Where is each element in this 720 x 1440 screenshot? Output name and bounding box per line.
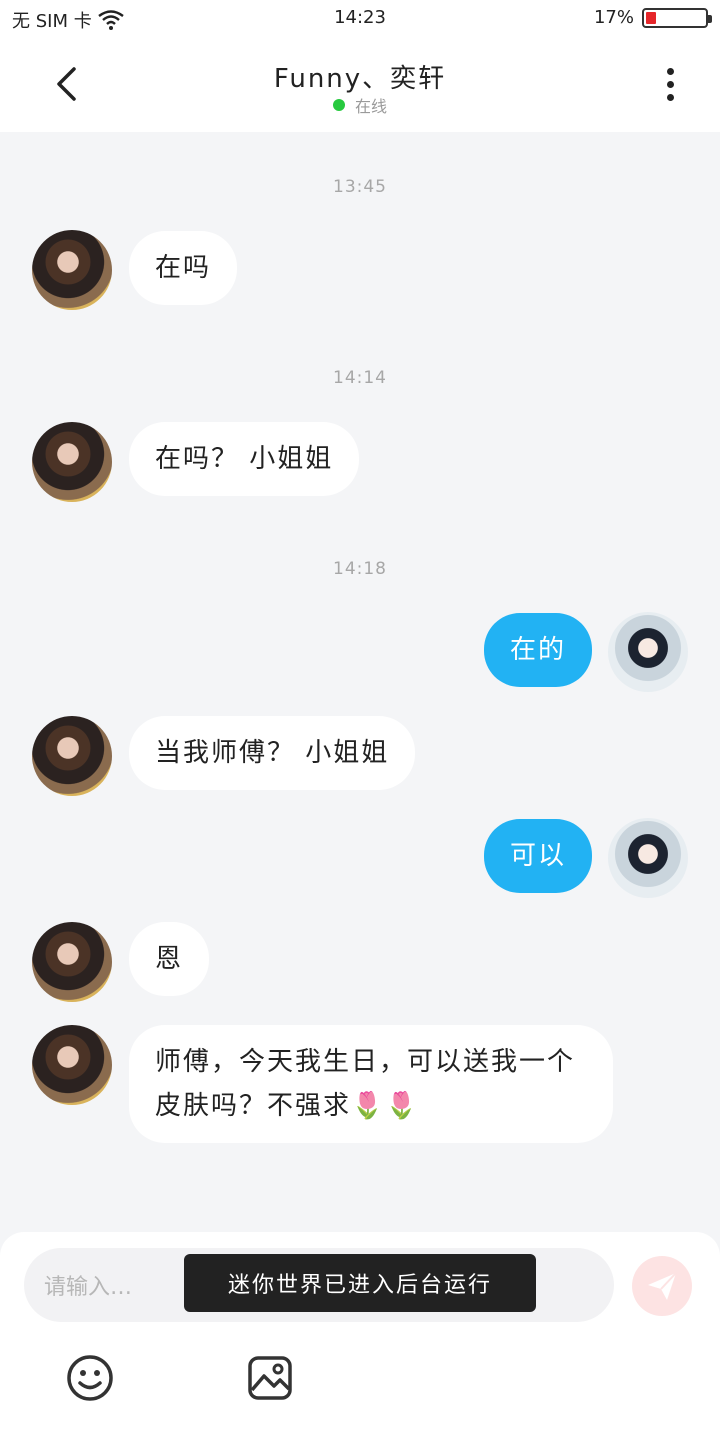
battery-percent: 17% <box>593 7 634 28</box>
message-list[interactable]: 13:45 在吗 14:14 在吗？ 小姐姐 14:18 在的 当我师傅？ 小姐… <box>0 132 720 1232</box>
presence-status: 在线 <box>0 93 720 117</box>
send-button[interactable] <box>632 1256 692 1316</box>
battery-fill <box>646 11 656 24</box>
more-dot <box>666 93 674 101</box>
more-options-button[interactable] <box>646 60 694 108</box>
outgoing-message[interactable]: 在的 <box>483 613 592 687</box>
more-dot <box>666 67 674 75</box>
smiley-icon <box>67 1355 113 1401</box>
contact-avatar[interactable] <box>32 922 112 1002</box>
contact-avatar[interactable] <box>32 1025 112 1105</box>
background-toast: 迷你世界已进入后台运行 <box>184 1254 536 1312</box>
emoji-button[interactable] <box>66 1354 114 1402</box>
incoming-message[interactable]: 师傅，今天我生日，可以送我一个皮肤吗？不强求🌷🌷 <box>129 1025 613 1143</box>
incoming-message[interactable]: 在吗？ 小姐姐 <box>129 422 360 496</box>
chat-header: Funny、奕轩 在线 <box>0 36 720 132</box>
status-bar: 无 SIM 卡 14:23 17% <box>0 0 720 36</box>
my-avatar[interactable] <box>608 612 688 692</box>
battery-icon <box>642 7 712 28</box>
contact-avatar[interactable] <box>32 230 112 310</box>
battery-tip <box>708 14 712 23</box>
my-avatar[interactable] <box>608 818 688 898</box>
status-right: 17% <box>593 7 712 28</box>
contact-name: Funny、奕轩 <box>273 64 447 94</box>
incoming-message[interactable]: 当我师傅？ 小姐姐 <box>129 716 416 790</box>
contact-avatar[interactable] <box>32 716 112 796</box>
incoming-message[interactable]: 在吗 <box>129 231 238 305</box>
contact-avatar[interactable] <box>32 422 112 502</box>
timestamp: 14:14 <box>333 368 387 388</box>
timestamp: 13:45 <box>333 177 387 197</box>
presence-label: 在线 <box>354 97 387 116</box>
outgoing-message[interactable]: 可以 <box>483 819 592 893</box>
more-dot <box>666 80 674 88</box>
image-button[interactable] <box>246 1354 294 1402</box>
timestamp: 14:18 <box>333 559 387 579</box>
incoming-message[interactable]: 恩 <box>129 922 210 996</box>
paper-plane-icon <box>648 1272 677 1300</box>
image-icon <box>248 1356 292 1400</box>
online-dot <box>332 99 345 111</box>
